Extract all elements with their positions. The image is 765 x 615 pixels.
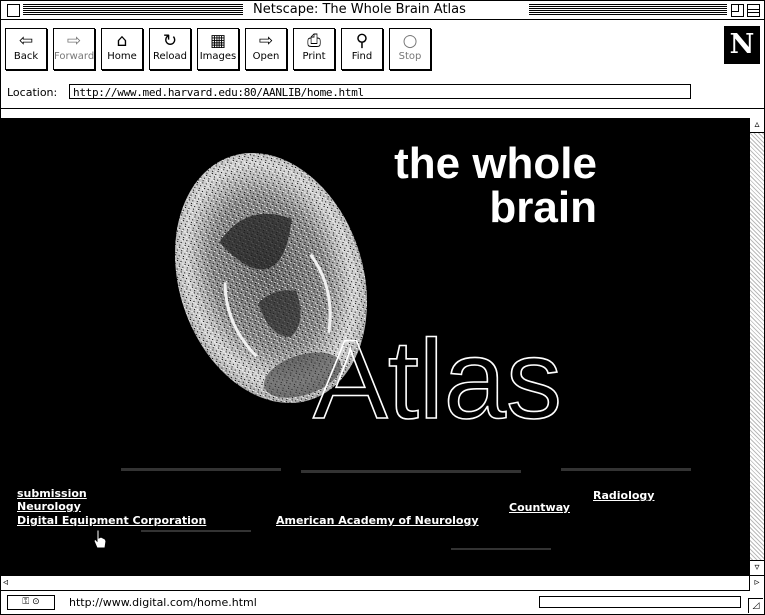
location-label: Location:: [7, 86, 58, 99]
forward-label: Forward: [54, 51, 95, 62]
open-label: Open: [252, 51, 280, 62]
netscape-logo[interactable]: N: [724, 26, 760, 64]
scroll-right-arrow-icon[interactable]: ▹: [749, 575, 764, 591]
forward-arrow-icon: ⇨: [66, 31, 82, 51]
title-bar-stripes-right: [529, 4, 727, 15]
horizontal-scrollbar[interactable]: ◃: [1, 575, 749, 591]
link-radiology[interactable]: Radiology: [593, 489, 654, 502]
back-label: Back: [13, 51, 39, 62]
forward-button[interactable]: ⇨ Forward: [53, 28, 95, 70]
browser-window: Netscape: The Whole Brain Atlas ⇦ Back ⇨…: [0, 0, 765, 615]
collapse-box-icon[interactable]: [747, 4, 760, 17]
status-bar: ⚿ ⊙ http://www.digital.com/home.html ◿: [1, 591, 764, 614]
page-heading: the whole brain: [365, 142, 597, 230]
images-label: Images: [199, 51, 237, 62]
images-button[interactable]: ▦ Images: [197, 28, 239, 70]
title-bar[interactable]: Netscape: The Whole Brain Atlas: [1, 1, 764, 20]
back-button[interactable]: ⇦ Back: [5, 28, 47, 70]
images-icon: ▦: [209, 31, 227, 51]
print-button[interactable]: ⎙ Print: [293, 28, 335, 70]
hand-pointer-icon: [93, 529, 107, 549]
stop-button[interactable]: ○ Stop: [389, 28, 431, 70]
print-label: Print: [302, 51, 326, 62]
link-digital-equipment[interactable]: Digital Equipment Corporation: [17, 514, 206, 527]
status-text: http://www.digital.com/home.html: [69, 596, 257, 609]
link-neurology[interactable]: Neurology: [17, 500, 81, 513]
print-icon: ⎙: [307, 31, 321, 51]
vertical-scrollbar[interactable]: ▵ ▿: [749, 118, 764, 575]
stop-icon: ○: [402, 31, 418, 51]
open-button[interactable]: ⇨ Open: [245, 28, 287, 70]
find-label: Find: [351, 51, 373, 62]
close-box-icon[interactable]: [7, 4, 20, 17]
open-icon: ⇨: [258, 31, 274, 51]
resize-grip-icon[interactable]: ◿: [748, 598, 763, 613]
link-countway[interactable]: Countway: [509, 501, 570, 514]
atlas-outline-text: Atlas: [313, 317, 562, 442]
page-content: Atlas the whole brain submission Neurolo…: [1, 118, 749, 575]
home-icon: ⌂: [116, 31, 128, 51]
home-label: Home: [107, 51, 137, 62]
reload-label: Reload: [152, 51, 188, 62]
heading-line-2: brain: [489, 183, 597, 232]
security-key-icon[interactable]: ⚿ ⊙: [7, 595, 55, 610]
link-american-academy-neurology[interactable]: American Academy of Neurology: [276, 514, 479, 527]
location-bar: Location: http://www.med.harvard.edu:80/…: [1, 78, 764, 109]
reload-icon: ↻: [162, 31, 178, 51]
navigation-toolbar: ⇦ Back ⇨ Forward ⌂ Home ↻ Reload ▦ Image…: [1, 20, 764, 78]
window-title: Netscape: The Whole Brain Atlas: [247, 2, 472, 18]
stop-label: Stop: [398, 51, 422, 62]
zoom-box-icon[interactable]: [731, 4, 744, 17]
link-submission[interactable]: submission: [17, 487, 87, 500]
scroll-down-arrow-icon[interactable]: ▿: [750, 560, 764, 575]
heading-line-1: the whole: [394, 139, 597, 188]
scroll-left-arrow-icon[interactable]: ◃: [3, 577, 8, 588]
progress-bar: [539, 596, 741, 608]
find-button[interactable]: ⚲ Find: [341, 28, 383, 70]
home-button[interactable]: ⌂ Home: [101, 28, 143, 70]
scroll-up-arrow-icon[interactable]: ▵: [750, 118, 764, 133]
location-url-field[interactable]: http://www.med.harvard.edu:80/AANLIB/hom…: [69, 84, 691, 99]
title-bar-stripes: [23, 4, 243, 15]
find-icon: ⚲: [355, 31, 369, 51]
back-arrow-icon: ⇦: [18, 31, 34, 51]
reload-button[interactable]: ↻ Reload: [149, 28, 191, 70]
